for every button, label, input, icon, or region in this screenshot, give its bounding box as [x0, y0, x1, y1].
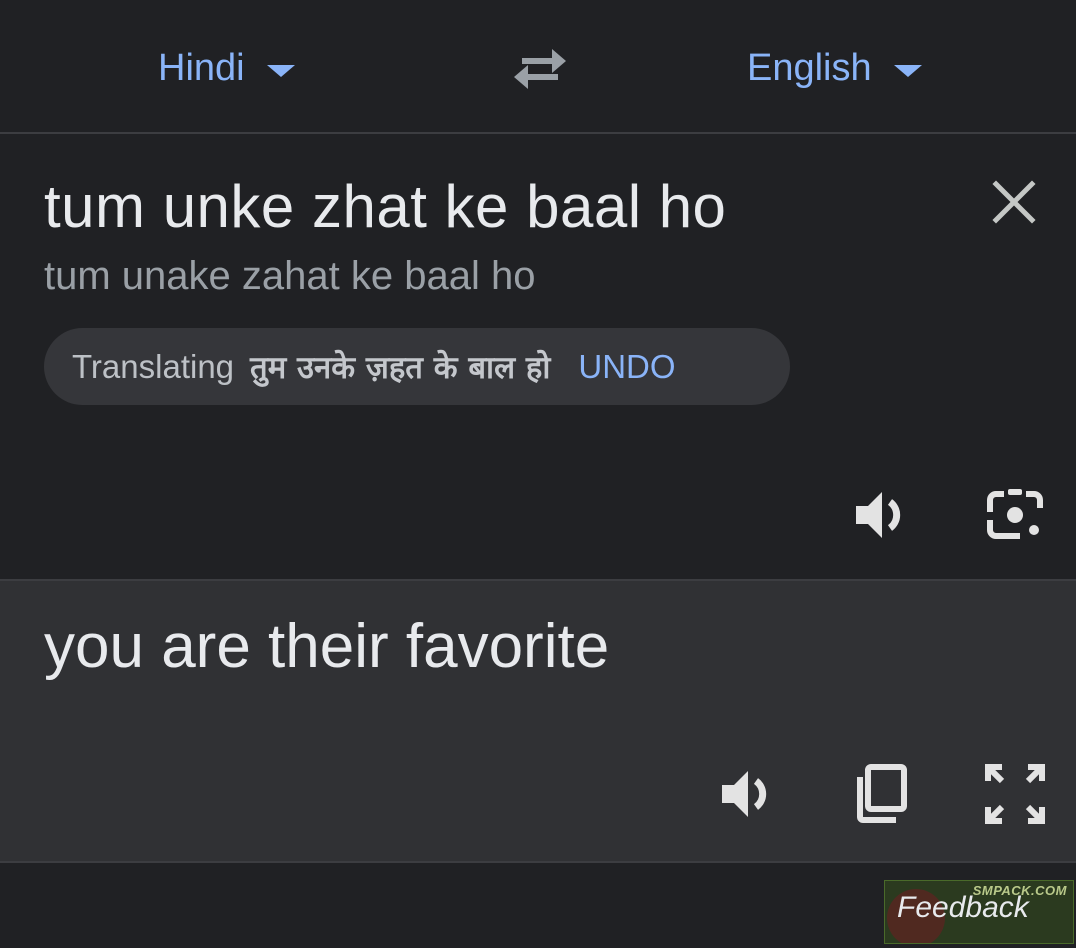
result-listen-button[interactable]	[718, 763, 780, 825]
result-panel: you are their favorite	[0, 579, 1076, 863]
copy-icon	[857, 764, 907, 823]
target-language-selector[interactable]: English	[747, 40, 922, 96]
camera-translate-button[interactable]	[984, 484, 1046, 546]
swap-languages-button[interactable]	[508, 40, 572, 96]
target-language-label: English	[747, 46, 872, 89]
source-input-text[interactable]: tum unke zhat ke baal ho	[44, 172, 726, 241]
feedback-label: Feedback	[897, 891, 1029, 924]
language-bar: Hindi English	[0, 0, 1076, 134]
feedback-button[interactable]: SMPACK.COM Feedback	[884, 880, 1074, 944]
source-listen-button[interactable]	[852, 484, 914, 546]
copy-translation-button[interactable]	[852, 763, 914, 825]
suggestion-hindi-text: तुम उनके ज़हत के बाल हो	[250, 349, 551, 386]
fullscreen-icon	[985, 764, 1045, 824]
source-language-label: Hindi	[158, 46, 245, 89]
fullscreen-button[interactable]	[984, 763, 1046, 825]
chevron-down-icon	[266, 65, 295, 77]
translation-suggestion-chip[interactable]: Translating तुम उनके ज़हत के बाल हो UNDO	[44, 328, 790, 405]
camera-lens-icon	[987, 489, 1043, 539]
transliteration-text: tum unake zahat ke baal ho	[44, 254, 536, 298]
speaker-icon	[856, 492, 901, 538]
source-language-selector[interactable]: Hindi	[158, 40, 295, 96]
clear-input-button[interactable]	[988, 176, 1040, 228]
chevron-down-icon	[893, 65, 922, 77]
source-panel: tum unke zhat ke baal ho tum unake zahat…	[0, 134, 1076, 579]
undo-button[interactable]: UNDO	[578, 348, 675, 386]
translation-result-text: you are their favorite	[44, 612, 610, 681]
translate-app: Hindi English tum unke zhat ke baal ho t…	[0, 0, 1076, 948]
swap-arrows-icon	[514, 49, 566, 89]
speaker-icon	[722, 771, 767, 817]
close-icon	[992, 180, 1036, 224]
suggestion-label: Translating	[72, 347, 235, 385]
